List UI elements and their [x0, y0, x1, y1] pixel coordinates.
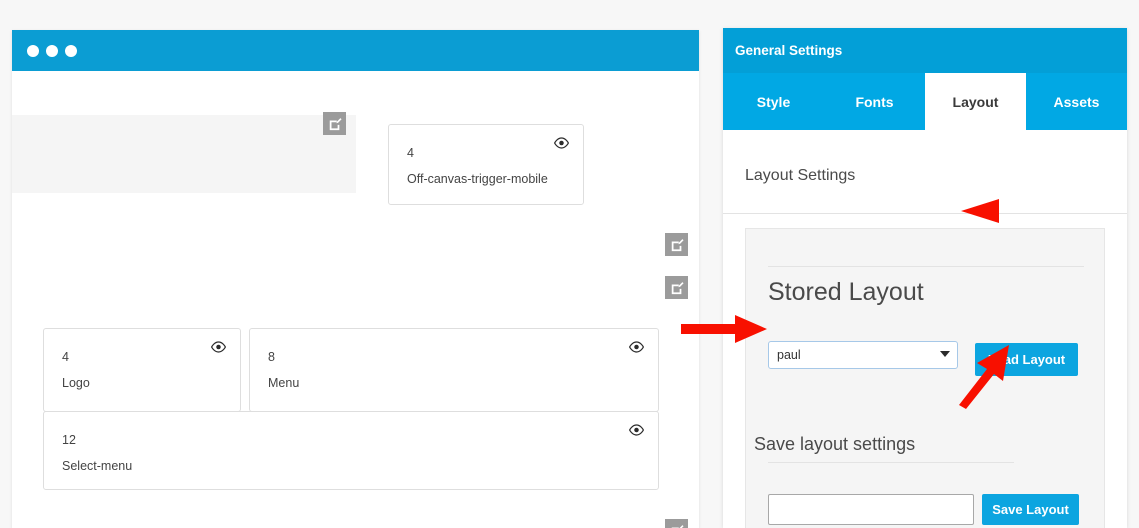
preview-card-name: Off-canvas-trigger-mobile [407, 172, 548, 186]
preview-card-logo[interactable]: 4 Logo [43, 328, 241, 412]
edit-section-button-4[interactable] [665, 519, 688, 528]
general-settings-panel: General Settings Style Fonts Layout Asse… [723, 28, 1127, 528]
eye-icon[interactable] [554, 137, 569, 149]
tab-layout[interactable]: Layout [925, 73, 1026, 130]
window-dot-3[interactable] [65, 45, 77, 57]
stored-layout-title: Stored Layout [768, 278, 924, 306]
tab-fonts[interactable]: Fonts [824, 73, 925, 130]
preview-browser-bar [12, 30, 699, 71]
content-divider [723, 213, 1127, 214]
edit-section-button-3[interactable] [665, 276, 688, 299]
eye-icon[interactable] [629, 341, 644, 353]
panel-title: General Settings [723, 28, 1127, 73]
window-dot-1[interactable] [27, 45, 39, 57]
screenshot-root: 4 Off-canvas-trigger-mobile 4 Logo 8 Men… [0, 0, 1139, 528]
preview-card-menu[interactable]: 8 Menu [249, 328, 659, 412]
preview-card-span: 12 [62, 433, 76, 447]
tab-style[interactable]: Style [723, 73, 824, 130]
preview-card-span: 4 [62, 350, 69, 364]
preview-empty-region [12, 115, 356, 193]
pen-to-square-icon [671, 238, 684, 251]
tab-assets[interactable]: Assets [1026, 73, 1127, 130]
preview-card-name: Menu [268, 376, 300, 390]
layout-settings-heading: Layout Settings [745, 167, 856, 184]
save-layout-name-input[interactable] [768, 494, 974, 525]
stored-layout-box: Stored Layout paul Load Layout Save layo… [745, 228, 1105, 528]
save-layout-divider [768, 462, 1014, 463]
eye-icon[interactable] [211, 341, 226, 353]
preview-card-select-menu[interactable]: 12 Select-menu [43, 411, 659, 490]
stored-layout-select[interactable]: paul [768, 341, 958, 369]
pen-to-square-icon [671, 281, 684, 294]
load-layout-button[interactable]: Load Layout [975, 343, 1078, 376]
save-layout-button[interactable]: Save Layout [982, 494, 1079, 525]
preview-card-span: 4 [407, 146, 414, 160]
preview-card-name: Select-menu [62, 459, 133, 473]
preview-card-name: Logo [62, 376, 90, 390]
stored-layout-divider [768, 266, 1084, 267]
preview-card-span: 8 [268, 350, 275, 364]
settings-tabs: Style Fonts Layout Assets [723, 73, 1127, 130]
preview-card-off-canvas-trigger-mobile[interactable]: 4 Off-canvas-trigger-mobile [388, 124, 584, 205]
edit-section-button-2[interactable] [665, 233, 688, 256]
pen-to-square-icon [671, 524, 684, 528]
save-layout-settings-title: Save layout settings [754, 434, 916, 454]
layout-preview-panel: 4 Off-canvas-trigger-mobile 4 Logo 8 Men… [12, 30, 699, 528]
window-dot-2[interactable] [46, 45, 58, 57]
eye-icon[interactable] [629, 424, 644, 436]
pen-to-square-icon [329, 117, 342, 130]
edit-section-button-1[interactable] [323, 112, 346, 135]
